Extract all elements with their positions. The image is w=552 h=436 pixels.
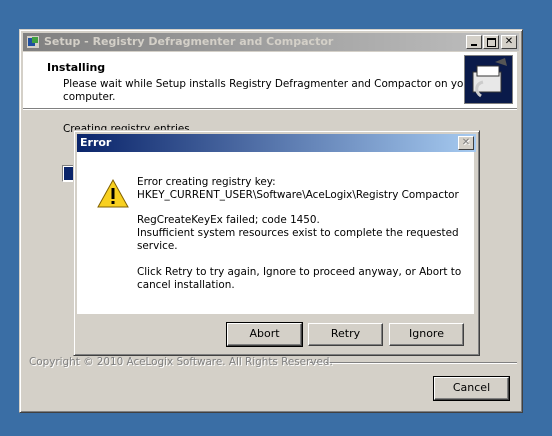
minimize-button[interactable] — [466, 35, 482, 49]
minimize-icon — [471, 44, 477, 46]
close-icon: ✕ — [461, 137, 471, 148]
error-line-6: Click Retry to try again, Ignore to proc… — [137, 266, 462, 278]
error-titlebar[interactable]: Error ✕ — [77, 134, 476, 152]
maximize-icon — [487, 38, 496, 47]
warning-icon — [97, 178, 129, 210]
setup-install-icon — [464, 55, 513, 104]
setup-app-icon — [26, 35, 40, 49]
error-close-button[interactable]: ✕ — [458, 136, 474, 150]
error-line-4: Insufficient system resources exist to c… — [137, 227, 459, 239]
setup-titlebar[interactable]: Setup - Registry Defragmenter and Compac… — [23, 33, 519, 51]
header-divider — [23, 108, 517, 110]
error-line-3: RegCreateKeyEx failed; code 1450. — [137, 214, 320, 226]
maximize-button[interactable] — [483, 35, 499, 49]
setup-header: Installing Please wait while Setup insta… — [23, 52, 517, 108]
close-icon: ✕ — [504, 36, 514, 47]
error-dialog: Error ✕ Error creating registry key: HKE… — [73, 130, 480, 356]
retry-button[interactable]: Retry — [308, 323, 383, 346]
footer-divider — [310, 362, 517, 364]
error-line-2: HKEY_CURRENT_USER\Software\AceLogix\Regi… — [137, 189, 459, 201]
header-title: Installing — [47, 61, 106, 74]
error-title: Error — [80, 136, 112, 149]
header-description-line2: computer. — [63, 91, 116, 103]
close-button[interactable]: ✕ — [501, 35, 517, 49]
cancel-button[interactable]: Cancel — [433, 376, 510, 401]
header-description-line1: Please wait while Setup installs Registr… — [63, 78, 475, 90]
error-line-5: service. — [137, 240, 178, 252]
error-body: Error creating registry key: HKEY_CURREN… — [77, 152, 474, 314]
abort-button[interactable]: Abort — [226, 322, 303, 347]
error-line-7: cancel installation. — [137, 279, 235, 291]
setup-title: Setup - Registry Defragmenter and Compac… — [44, 35, 334, 48]
ignore-button[interactable]: Ignore — [389, 323, 464, 346]
copyright-text: Copyright © 2010 AceLogix Software. All … — [29, 356, 333, 368]
error-line-1: Error creating registry key: — [137, 176, 276, 188]
